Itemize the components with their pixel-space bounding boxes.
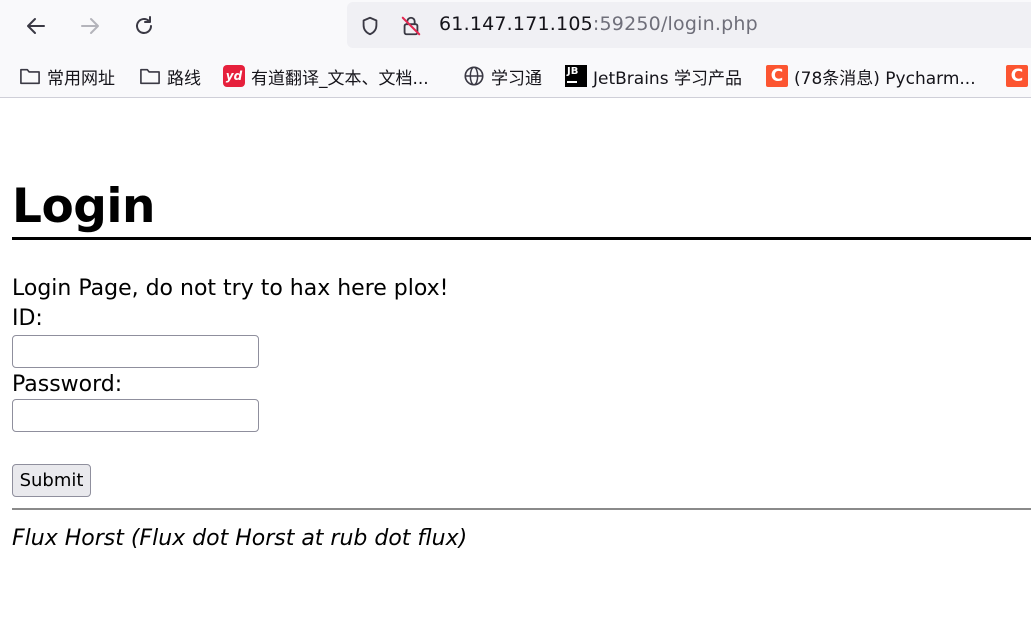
navigation-toolbar: 61.147.171.105:59250/login.php — [0, 0, 1031, 52]
footer-divider — [12, 508, 1031, 510]
intro-text: Login Page, do not try to hax here plox! — [12, 276, 449, 301]
bookmark-label: 有道翻译_文本、文档... — [251, 68, 429, 89]
address-bar[interactable]: 61.147.171.105:59250/login.php — [347, 2, 1031, 48]
password-input[interactable] — [12, 399, 259, 432]
jetbrains-logo-bar — [567, 81, 577, 83]
bookmark-label: (78条消息) Pycharm... — [794, 68, 976, 89]
forward-button[interactable] — [72, 8, 108, 44]
insecure-lock-icon[interactable] — [399, 14, 423, 38]
csdn-logo-icon: C — [1006, 65, 1028, 87]
url-text[interactable]: 61.147.171.105:59250/login.php — [439, 13, 758, 35]
bookmark-csdn-pycharm[interactable]: C (78条消息) Pycharm... — [766, 64, 976, 89]
back-button[interactable] — [18, 8, 54, 44]
jetbrains-logo-icon: JB — [565, 65, 587, 87]
forward-arrow-icon — [81, 18, 99, 34]
csdn-logo-icon: C — [766, 65, 788, 87]
folder-icon — [19, 65, 41, 87]
title-divider — [12, 237, 1031, 240]
bookmarks-toolbar: 常用网址 路线 yd 有道翻译_文本、文档... 学习通 JB JetBrain… — [0, 56, 1031, 96]
reload-icon — [136, 16, 152, 34]
bookmark-folder-routes[interactable]: 路线 — [139, 64, 201, 89]
bookmark-label: JetBrains 学习产品 — [593, 68, 742, 89]
jetbrains-logo-text: JB — [567, 66, 579, 77]
folder-icon — [139, 65, 161, 87]
browser-chrome: 61.147.171.105:59250/login.php 常用网址 路线 y… — [0, 0, 1031, 98]
bookmark-label: 学习通 — [491, 68, 542, 89]
submit-button[interactable]: Submit — [12, 464, 91, 497]
page-content: Login Login Page, do not try to hax here… — [0, 98, 1031, 640]
youdao-logo-icon: yd — [223, 65, 245, 87]
url-path: :59250/login.php — [592, 13, 758, 35]
shield-icon[interactable] — [358, 14, 382, 38]
id-input[interactable] — [12, 335, 259, 368]
bookmark-csdn-2[interactable]: C — [1006, 64, 1031, 88]
bookmark-label: 路线 — [167, 68, 201, 89]
id-label: ID: — [12, 306, 43, 331]
page-title: Login — [12, 179, 155, 234]
url-host: 61.147.171.105 — [439, 13, 593, 35]
password-label: Password: — [12, 372, 123, 397]
globe-icon — [463, 65, 485, 87]
bookmark-label: 常用网址 — [47, 68, 115, 89]
back-arrow-icon — [27, 18, 45, 34]
bookmark-folder-common-sites[interactable]: 常用网址 — [19, 64, 115, 89]
reload-button[interactable] — [126, 8, 162, 44]
bookmark-jetbrains[interactable]: JB JetBrains 学习产品 — [565, 64, 742, 89]
footer-text: Flux Horst (Flux dot Horst at rub dot fl… — [12, 526, 468, 551]
bookmark-youdao-translate[interactable]: yd 有道翻译_文本、文档... — [223, 64, 429, 89]
bookmark-xuexitong[interactable]: 学习通 — [463, 64, 542, 89]
